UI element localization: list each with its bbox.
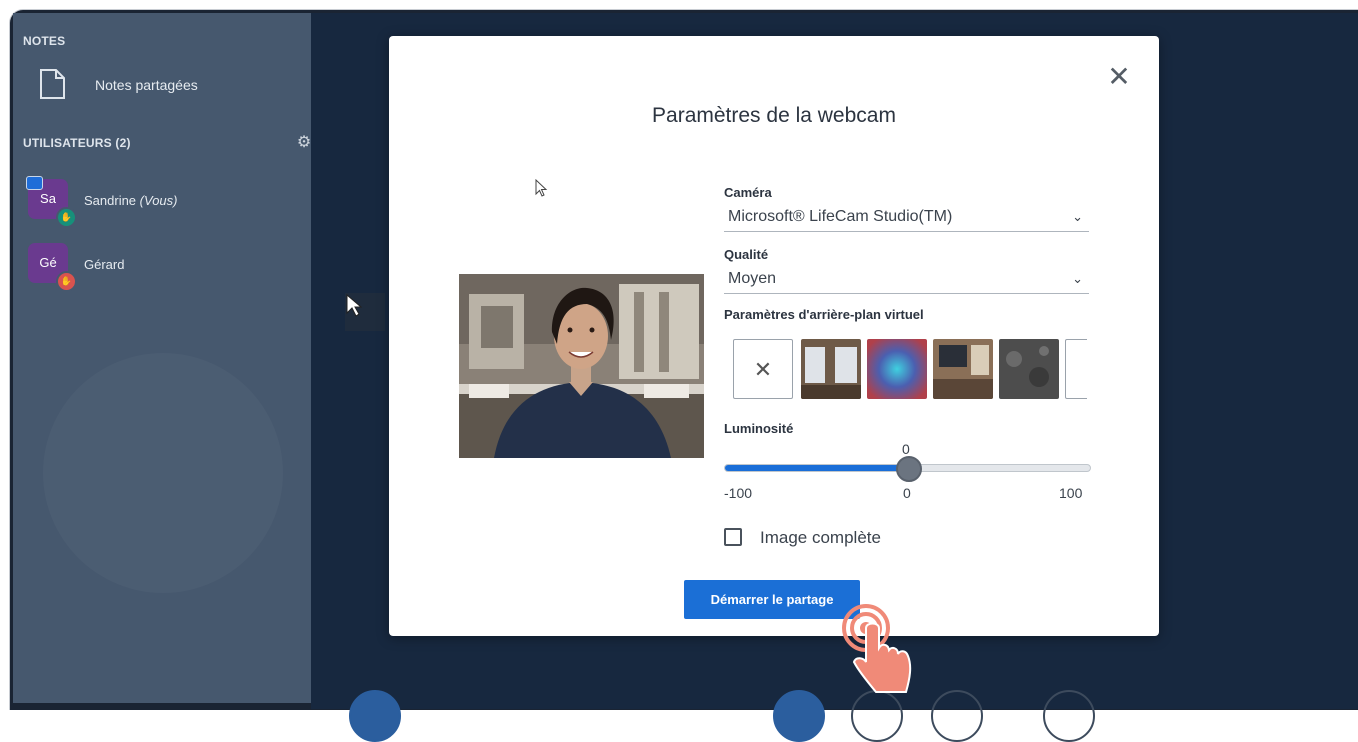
brightness-slider-thumb[interactable] xyxy=(895,456,922,482)
modal-title: Paramètres de la webcam xyxy=(652,104,896,127)
webcam-preview xyxy=(459,274,704,458)
quality-select-value: Moyen xyxy=(728,270,777,287)
camera-label: Caméra xyxy=(724,185,772,200)
user-name: Sandrine (Vous) xyxy=(84,193,178,208)
background-office-option[interactable] xyxy=(801,339,861,399)
close-icon[interactable]: ✕ xyxy=(1105,63,1133,92)
mouse-pointer-icon xyxy=(535,179,548,197)
background-texture-option[interactable] xyxy=(999,339,1059,399)
hand-status-icon: ✋ xyxy=(56,271,77,292)
notes-section-title: NOTES xyxy=(23,34,66,48)
chevron-down-icon: ⌄ xyxy=(1072,271,1083,286)
tap-hand-icon xyxy=(842,604,912,693)
sidebar: NOTES Notes partagées UTILISATEURS (2) ⚙… xyxy=(13,13,311,703)
quality-label: Qualité xyxy=(724,247,769,262)
toolbar-button[interactable] xyxy=(349,690,401,742)
full-image-label: Image complète xyxy=(760,528,881,547)
background-room-option[interactable] xyxy=(933,339,993,399)
quality-select[interactable]: Moyen ⌄ xyxy=(724,269,1089,294)
virtual-background-list: ✕ xyxy=(733,338,1087,402)
toolbar-button[interactable] xyxy=(773,690,825,742)
brightness-label: Luminosité xyxy=(724,421,794,436)
user-item-sandrine[interactable]: Sa ✋ Sandrine (Vous) xyxy=(26,176,298,228)
brightness-mid-label: 0 xyxy=(903,485,911,501)
chevron-down-icon: ⌄ xyxy=(1072,209,1083,224)
presenter-icon xyxy=(26,176,43,190)
user-item-gerard[interactable]: Gé ✋ Gérard xyxy=(28,243,298,292)
full-image-checkbox[interactable] xyxy=(724,528,742,546)
toolbar-button[interactable] xyxy=(931,690,983,742)
webcam-settings-modal: ✕ Paramètres de la webcam Caméra Microso… xyxy=(389,36,1159,636)
shared-notes-label: Notes partagées xyxy=(95,77,198,93)
document-icon xyxy=(40,69,65,99)
mouse-pointer-icon xyxy=(345,293,385,331)
start-sharing-button[interactable]: Démarrer le partage xyxy=(684,580,860,619)
custom-background-option[interactable] xyxy=(1065,339,1087,399)
camera-select[interactable]: Microsoft® LifeCam Studio(TM) ⌄ xyxy=(724,207,1089,232)
camera-select-value: Microsoft® LifeCam Studio(TM) xyxy=(728,208,953,225)
shared-notes-item[interactable]: Notes partagées xyxy=(37,63,297,103)
virtual-background-label: Paramètres d'arrière-plan virtuel xyxy=(724,307,924,322)
brightness-min-label: -100 xyxy=(724,485,753,501)
user-name: Gérard xyxy=(84,257,125,272)
brightness-max-label: 100 xyxy=(1059,485,1083,501)
toolbar-button[interactable] xyxy=(1043,690,1095,742)
background-aurora-option[interactable] xyxy=(867,339,927,399)
brightness-value: 0 xyxy=(902,441,910,457)
brightness-slider[interactable] xyxy=(724,456,1091,482)
hand-status-icon: ✋ xyxy=(56,207,77,228)
no-background-option[interactable]: ✕ xyxy=(733,339,793,399)
background-blur xyxy=(43,353,283,593)
users-section-title: UTILISATEURS (2) xyxy=(23,136,131,150)
brightness-slider-fill xyxy=(725,465,908,471)
